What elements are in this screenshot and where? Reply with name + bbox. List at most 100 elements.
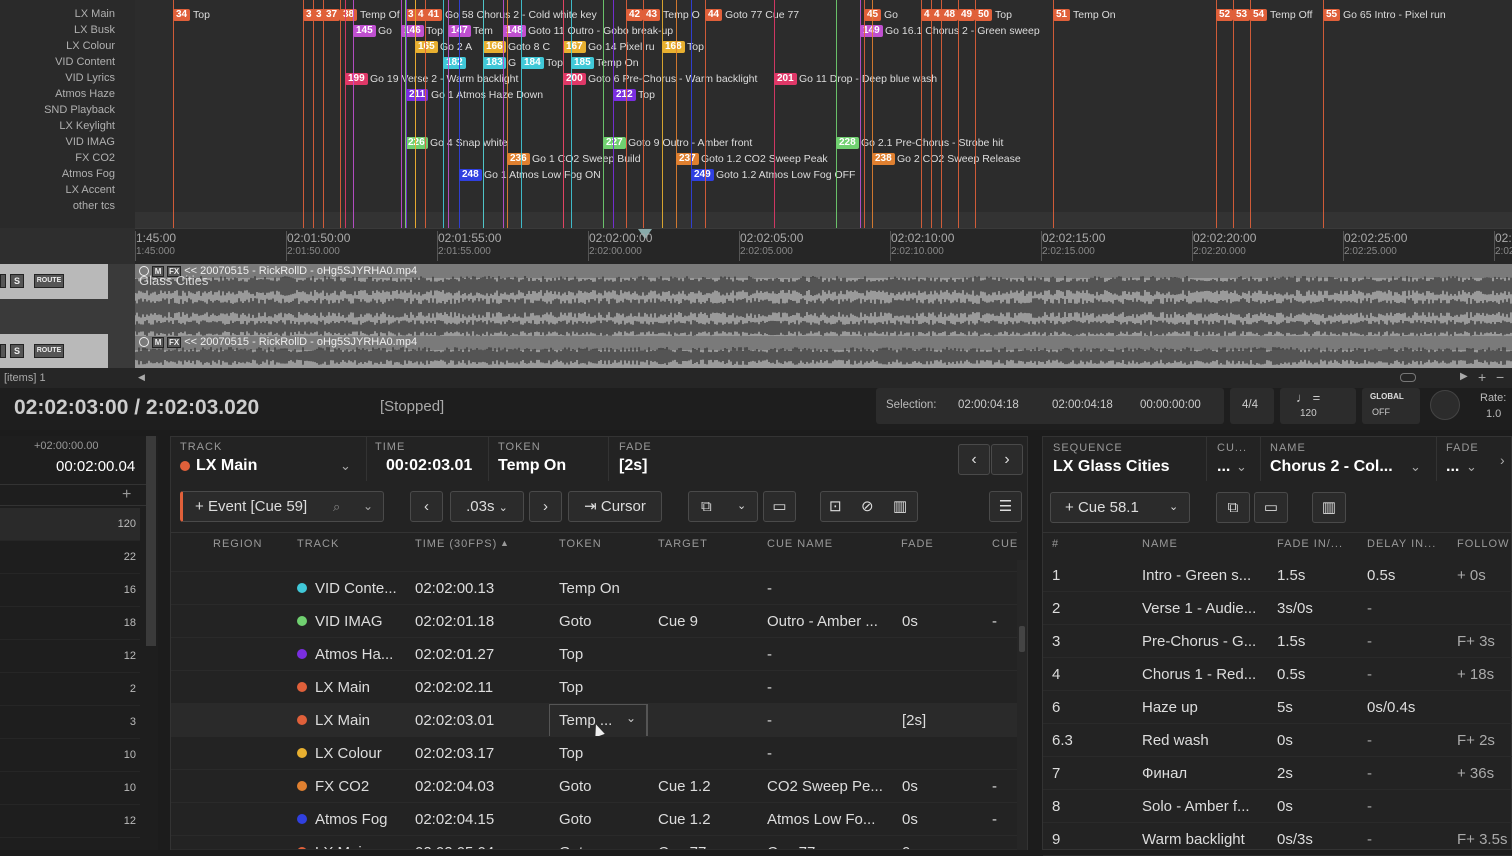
cell-cuename[interactable]: CO2 Sweep Pe... [767, 770, 887, 802]
table-row[interactable]: LX Main 02:02:03.01 Temp ... - [2s] ⌄ [171, 704, 1017, 737]
cell-time[interactable]: 02:02:01.27 [415, 638, 545, 670]
track-label[interactable]: LX Accent [65, 184, 115, 196]
track-header-1[interactable]: S ROUTE [0, 264, 108, 299]
column-header[interactable]: CUE [992, 538, 1018, 550]
cell-fade[interactable]: 0s [902, 605, 962, 637]
table-row[interactable]: VID IMAG 02:02:01.18 Goto Cue 9 Outro - Ambe… [171, 605, 1017, 638]
cue-cell-follow[interactable]: F+ 3.5s [1457, 823, 1512, 856]
paste-button[interactable]: ▭ [763, 491, 796, 522]
cell-cuename[interactable]: - [767, 572, 887, 604]
cell-cue[interactable]: - [992, 803, 1012, 835]
table-row[interactable]: Atmos Fog 02:02:04.15 Goto Cue 1.2 Atmos Low… [171, 803, 1017, 836]
table-row[interactable]: LX Main02:02:05.04GotoCue 77Cue 770s [171, 836, 1017, 850]
chevron-down-icon[interactable]: ⌄ [363, 492, 373, 521]
track-label[interactable]: FX CO2 [75, 152, 115, 164]
media-item-label-2[interactable]: M FX << 20070515 - RickRollD - oHg5SJYRH… [139, 336, 417, 348]
copy-button[interactable]: ⧉ ⌄ [688, 491, 758, 522]
rate-knob[interactable] [1430, 390, 1460, 420]
event-badge[interactable]: 53 [1233, 9, 1251, 21]
track-label[interactable]: VID Content [55, 56, 115, 68]
route-button[interactable]: ROUTE [34, 274, 64, 288]
column-settings-button[interactable]: ☰ [989, 491, 1022, 522]
event-badge[interactable]: 50 [975, 9, 993, 21]
cell-cue[interactable]: - [992, 770, 1012, 802]
event-badge[interactable]: 228 [836, 137, 859, 149]
cell-token[interactable]: Goto [559, 770, 649, 802]
add-icon[interactable]: + [122, 486, 131, 504]
rate-value[interactable]: 1.0 [1486, 408, 1501, 420]
cue-cell-n[interactable]: 6.3 [1052, 724, 1137, 757]
cell-fade[interactable]: 0s [902, 560, 962, 571]
column-header[interactable]: FADE [901, 538, 934, 550]
cell-cuename[interactable]: - [767, 671, 887, 703]
track-label[interactable]: Atmos Fog [62, 168, 115, 180]
track-label[interactable]: VID Lyrics [65, 72, 115, 84]
track-label[interactable]: other tcs [73, 200, 115, 212]
cue-cell-follow[interactable]: F+ 2s [1457, 724, 1512, 757]
event-badge[interactable]: 38 [340, 9, 358, 21]
event-badge[interactable]: 167 [563, 41, 586, 53]
scroll-left-icon[interactable]: ◀ [138, 372, 145, 383]
cue-cell-fade[interactable]: 0s [1277, 790, 1362, 823]
left-panel-row[interactable]: 22 [0, 541, 140, 574]
column-header[interactable]: TRACK [297, 538, 339, 550]
cell-target[interactable]: Cue 9 [658, 605, 758, 637]
cell-cuename[interactable]: Outro - Amber ... [767, 605, 887, 637]
chevron-down-icon[interactable]: ⌄ [1466, 459, 1477, 475]
left-panel-row[interactable]: 18 [0, 607, 140, 640]
cue-cell-delay[interactable]: - [1367, 592, 1452, 625]
event-badge[interactable]: 182 [443, 57, 466, 69]
cue-row[interactable]: 8 Solo - Amber f... 0s - [1043, 790, 1512, 823]
sort-asc-icon[interactable]: ▲ [500, 538, 510, 548]
cue-row[interactable]: 6.3 Red wash 0s - F+ 2s [1043, 724, 1512, 757]
cell-time[interactable]: 02:02:00.07 [415, 560, 545, 571]
cell-fade[interactable]: 0s [902, 803, 962, 835]
time-field[interactable]: 00:02:03.01 [386, 457, 472, 475]
tempo-box[interactable]: ♩ = 120 [1280, 388, 1356, 424]
cell-time[interactable]: 02:02:01.18 [415, 605, 545, 637]
event-badge[interactable]: 55 [1323, 9, 1341, 21]
table-row[interactable]: LX Colour 02:02:03.17 Top - [171, 737, 1017, 770]
track-arm-button[interactable] [0, 274, 6, 288]
chevron-down-icon[interactable]: ⌄ [626, 711, 636, 725]
event-badge[interactable]: 168 [662, 41, 685, 53]
cue-cell-fade[interactable]: 5s [1277, 691, 1362, 724]
event-badge[interactable]: 165 [415, 41, 438, 53]
event-badge[interactable]: 201 [774, 73, 797, 85]
event-badge[interactable]: 42 [626, 9, 644, 21]
event-badge[interactable]: 44 [705, 9, 723, 21]
solo-button[interactable]: S [10, 274, 24, 288]
disable-icon[interactable]: ⊘ [861, 492, 874, 521]
timeline-ruler[interactable]: 1:45:00 1:45:000 02:01:50:00 2:01:50.000 02:… [135, 228, 1512, 264]
step-back-button[interactable]: ‹ [410, 491, 443, 522]
cue-column-header[interactable]: NAME [1142, 538, 1178, 550]
cell-time[interactable]: 02:02:03.01 [415, 704, 545, 736]
cue-cell-name[interactable]: Intro - Green s... [1142, 559, 1267, 592]
event-badge[interactable]: 41 [425, 9, 443, 21]
cue-cell-name[interactable]: Финал [1142, 757, 1267, 790]
cue-cell-n[interactable]: 7 [1052, 757, 1137, 790]
cue-cell-name[interactable]: Pre-Chorus - G... [1142, 625, 1267, 658]
cue-cell-delay[interactable]: - [1367, 823, 1452, 856]
event-badge[interactable]: 200 [563, 73, 586, 85]
chevron-right-icon[interactable]: › [1500, 452, 1505, 468]
chevron-down-icon[interactable]: ⌄ [340, 458, 351, 474]
cue-cell-n[interactable]: 3 [1052, 625, 1137, 658]
cell-fade[interactable]: 0s [902, 836, 962, 849]
cell-cuename[interactable]: Atmos Low Fo... [767, 803, 887, 835]
step-forward-button[interactable]: › [529, 491, 562, 522]
cell-time[interactable]: 02:02:04.15 [415, 803, 545, 835]
cell-time[interactable]: 02:02:05.04 [415, 836, 545, 849]
cue-cell-delay[interactable]: - [1367, 625, 1452, 658]
trash-icon[interactable]: ▥ [893, 492, 907, 521]
zoom-in-icon[interactable]: + [1478, 369, 1486, 385]
cue-cell-fade[interactable]: 1.5s [1277, 625, 1362, 658]
cell-target[interactable]: Cue 1.2 [658, 770, 758, 802]
left-panel-row[interactable]: 3 [0, 706, 140, 739]
chevron-down-icon[interactable]: ⌄ [1236, 459, 1247, 475]
cue-cell-follow[interactable]: + 36s [1457, 757, 1512, 790]
delete-cue-button[interactable]: ▥ [1312, 492, 1346, 523]
event-badge[interactable]: 237 [676, 153, 699, 165]
cue-cell-delay[interactable]: - [1367, 757, 1452, 790]
cue-cell-name[interactable]: Red wash [1142, 724, 1267, 757]
